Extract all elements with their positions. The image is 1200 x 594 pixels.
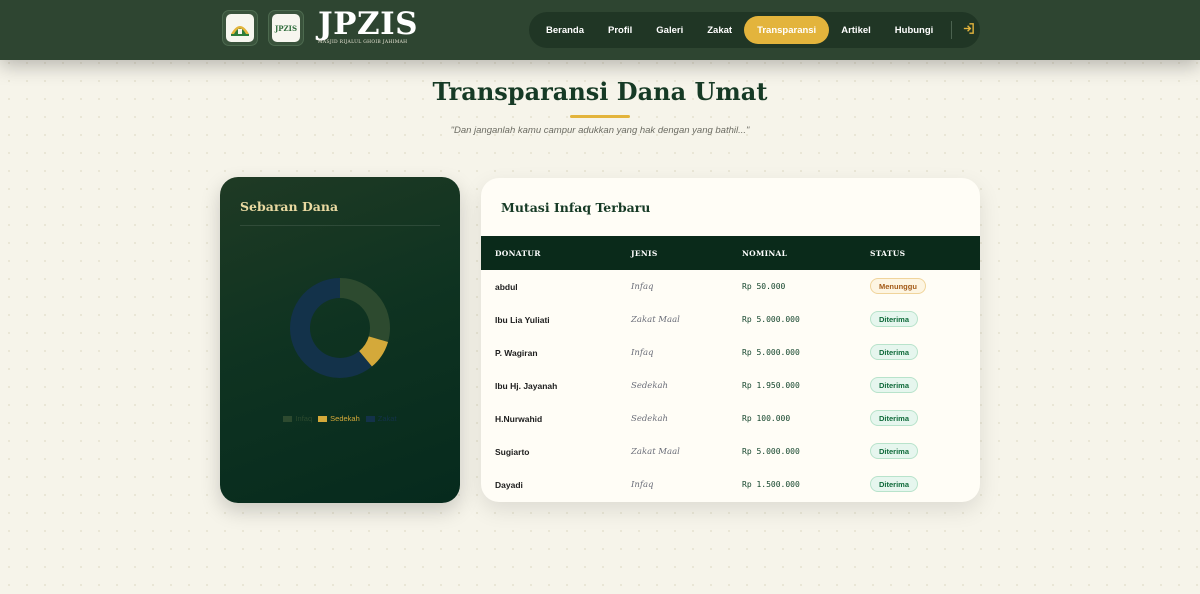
col-donatur: DONATUR: [495, 249, 541, 258]
page-title: Transparansi Dana Umat: [432, 77, 768, 106]
infaq-mutation-card: Mutasi Infaq Terbaru DONATUR JENIS NOMIN…: [481, 178, 980, 502]
fund-distribution-card: Sebaran Dana Infaq Sedekah Zakat: [220, 177, 460, 503]
nav-galeri[interactable]: Galeri: [644, 16, 695, 44]
brand-subtitle: MASJID RIJALUL GHOIB JAHIMAH: [318, 40, 408, 45]
status-badge: Diterima: [870, 476, 919, 492]
table-row[interactable]: Sugiarto Zakat Maal Rp 5.000.000 Diterima: [481, 435, 980, 468]
jpzis-logo[interactable]: JPZIS: [268, 10, 304, 46]
col-jenis: JENIS: [631, 249, 658, 258]
fund-type: Infaq: [631, 282, 654, 292]
table-row[interactable]: abdul Infaq Rp 50.000 Menunggu: [481, 270, 980, 303]
legend-item-sedekah[interactable]: Sedekah: [318, 414, 360, 423]
donor-name: Dayadi: [495, 480, 523, 490]
donor-name: Ibu Lia Yuliati: [495, 315, 550, 325]
table-row[interactable]: H.Nurwahid Sedekah Rp 100.000 Diterima: [481, 402, 980, 435]
nav-beranda[interactable]: Beranda: [534, 16, 596, 44]
amount: Rp 50.000: [742, 282, 786, 291]
page-quote: "Dan janganlah kamu campur adukkan yang …: [450, 125, 750, 136]
nav-divider: [951, 21, 953, 39]
chart-legend: Infaq Sedekah Zakat: [220, 414, 460, 423]
donor-name: H.Nurwahid: [495, 414, 543, 424]
amount: Rp 5.000.000: [742, 315, 800, 324]
col-nominal: NOMINAL: [742, 249, 788, 258]
donor-name: P. Wagiran: [495, 348, 538, 358]
mosque-logo-icon: [226, 14, 254, 42]
nav-artikel[interactable]: Artikel: [829, 16, 883, 44]
donut-slice-sedekah[interactable]: [358, 335, 389, 367]
brand[interactable]: JPZIS MASJID RIJALUL GHOIB JAHIMAH: [318, 6, 418, 46]
nav-zakat[interactable]: Zakat: [695, 16, 744, 44]
legend-label: Zakat: [377, 414, 397, 423]
status-badge: Diterima: [870, 344, 919, 360]
jpzis-logo-text: JPZIS: [272, 14, 300, 42]
top-navbar: JPZIS JPZIS MASJID RIJALUL GHOIB JAHIMAH…: [0, 0, 1200, 60]
status-badge: Diterima: [870, 377, 919, 393]
title-underline: [570, 115, 630, 118]
col-status: STATUS: [870, 249, 906, 258]
table-title: Mutasi Infaq Terbaru: [501, 200, 651, 215]
table-row[interactable]: Ibu Hj. Jayanah Sedekah Rp 1.950.000 Diteri…: [481, 369, 980, 402]
legend-item-zakat[interactable]: Zakat: [365, 414, 397, 423]
login-icon[interactable]: [962, 22, 975, 38]
legend-swatch: [318, 415, 328, 422]
fund-type: Infaq: [631, 480, 654, 490]
donut-slice-infaq[interactable]: [339, 278, 390, 342]
amount: Rp 100.000: [742, 414, 791, 423]
amount: Rp 5.000.000: [742, 447, 800, 456]
chart-card-divider: [240, 225, 440, 226]
mosque-logo[interactable]: [222, 10, 258, 46]
donut-chart[interactable]: [288, 276, 392, 380]
donor-name: abdul: [495, 282, 518, 292]
legend-label: Sedekah: [330, 414, 360, 423]
status-badge: Diterima: [870, 443, 919, 459]
table-row[interactable]: P. Wagiran Infaq Rp 5.000.000 Diterima: [481, 336, 980, 369]
donor-name: Sugiarto: [495, 447, 530, 457]
legend-label: Infaq: [295, 414, 313, 423]
fund-type: Infaq: [631, 348, 654, 358]
fund-type: Sedekah: [631, 381, 669, 391]
legend-item-infaq[interactable]: Infaq: [283, 414, 312, 423]
fund-type: Sedekah: [631, 414, 669, 424]
legend-swatch: [283, 415, 293, 422]
fund-type: Zakat Maal: [631, 315, 680, 325]
status-badge: Menunggu: [870, 278, 926, 294]
nav-profil[interactable]: Profil: [596, 16, 644, 44]
table-row[interactable]: Ibu Lia Yuliati Zakat Maal Rp 5.000.000 Dit…: [481, 303, 980, 336]
amount: Rp 1.950.000: [742, 381, 800, 390]
main-nav: Beranda Profil Galeri Zakat Transparansi…: [529, 12, 980, 48]
table-row[interactable]: Dayadi Infaq Rp 1.500.000 Diterima: [481, 468, 980, 501]
status-badge: Diterima: [870, 410, 919, 426]
fund-type: Zakat Maal: [631, 447, 680, 457]
nav-hubungi[interactable]: Hubungi: [883, 16, 946, 44]
legend-swatch: [365, 415, 375, 422]
amount: Rp 1.500.000: [742, 480, 800, 489]
amount: Rp 5.000.000: [742, 348, 800, 357]
brand-title: JPZIS: [318, 6, 418, 42]
nav-transparansi[interactable]: Transparansi: [744, 16, 830, 44]
table-header: DONATUR JENIS NOMINAL STATUS: [481, 236, 980, 270]
status-badge: Diterima: [870, 311, 919, 327]
chart-card-title: Sebaran Dana: [240, 199, 339, 214]
donor-name: Ibu Hj. Jayanah: [495, 381, 558, 391]
